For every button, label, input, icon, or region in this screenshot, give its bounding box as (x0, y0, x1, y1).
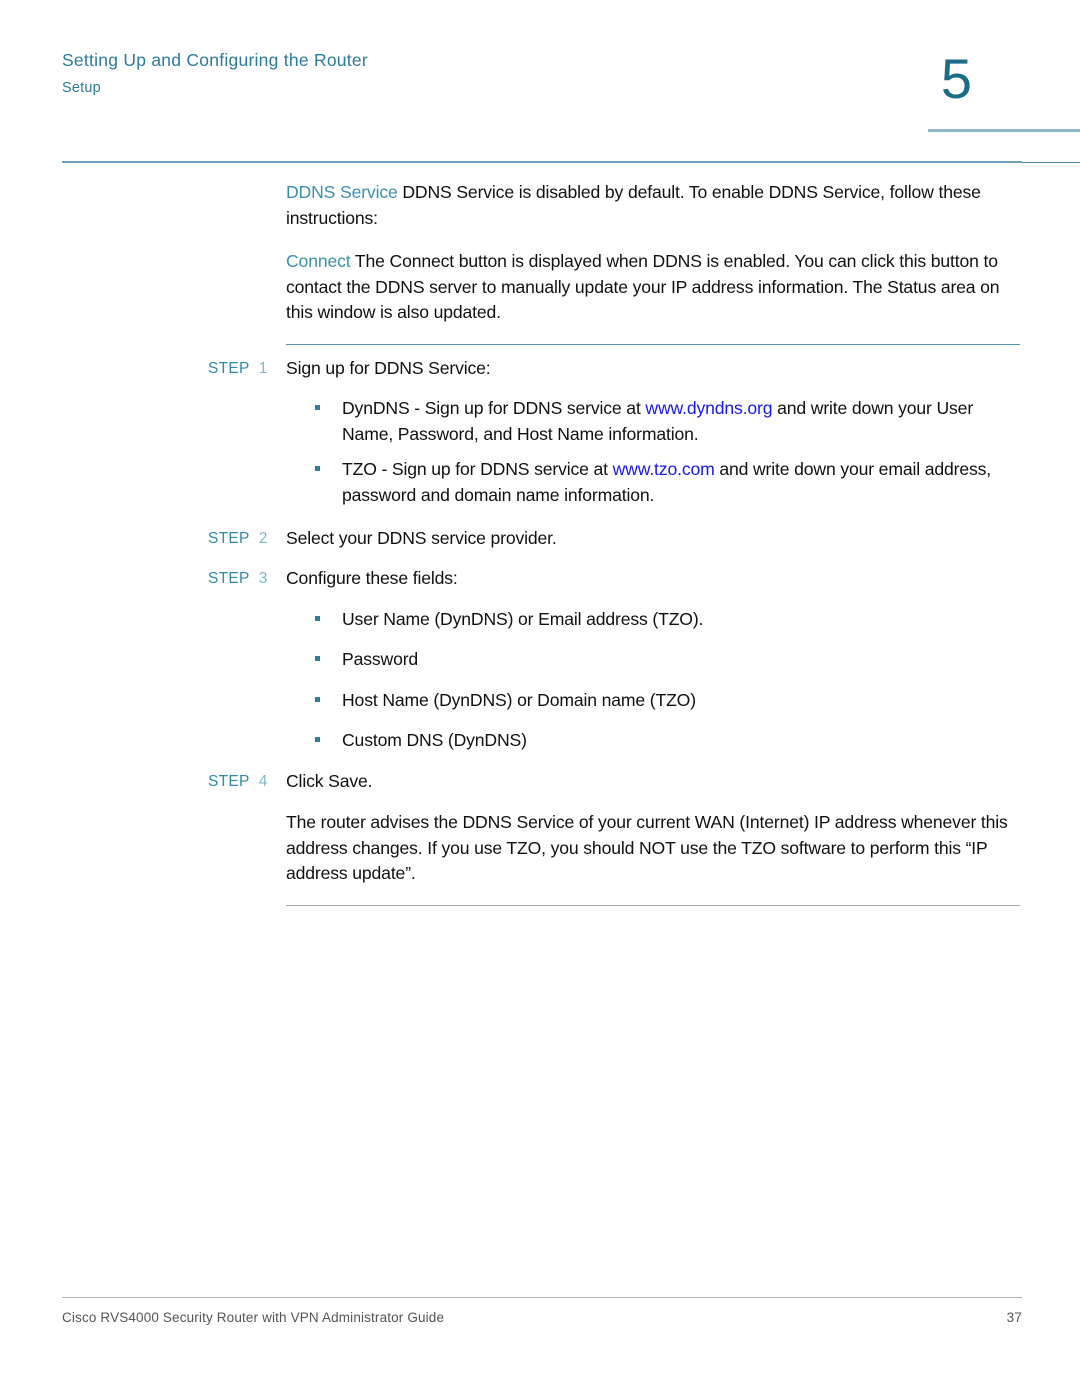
separator-rule-top (286, 344, 1020, 345)
footer-page-number: 37 (1006, 1310, 1022, 1325)
bullet-square-icon (312, 607, 342, 633)
bullet-user-name: User Name (DynDNS) or Email address (TZO… (342, 609, 704, 629)
footer-document-title: Cisco RVS4000 Security Router with VPN A… (62, 1310, 445, 1325)
step-1: STEP 1 Sign up for DDNS Service: (208, 356, 1020, 382)
paragraph-closing: The router advises the DDNS Service of y… (286, 812, 1008, 883)
step-3: STEP 3 Configure these fields: (208, 566, 1020, 592)
bullet-tzo-text: TZO - Sign up for DDNS service at www.tz… (342, 457, 1022, 508)
paragraph-connect: Connect The Connect button is displayed … (286, 249, 1020, 326)
list-item: Password (312, 647, 1022, 673)
step-3-label-text: STEP (208, 570, 250, 587)
bullet-dyndns-text: DynDNS - Sign up for DDNS service at www… (342, 396, 1022, 447)
step-4-number: 4 (258, 773, 268, 790)
document-page: Setting Up and Configuring the Router Se… (0, 0, 1080, 1397)
step-4-text: Click Save. (286, 771, 373, 791)
running-header: Setting Up and Configuring the Router Se… (62, 47, 1080, 163)
bullet-square-icon (312, 728, 342, 754)
step-3-number: 3 (258, 570, 268, 587)
step-2-label-text: STEP (208, 530, 250, 547)
list-item: TZO - Sign up for DDNS service at www.tz… (312, 457, 1022, 508)
step-1-label: STEP 1 (208, 356, 286, 382)
bullet-square-icon (312, 688, 342, 714)
bullet-dyndns-before: DynDNS - Sign up for DDNS service at (342, 398, 646, 418)
header-divider-rule (62, 161, 1022, 163)
footer-divider-rule (62, 1297, 1022, 1298)
separator-rule-bottom (286, 905, 1020, 906)
header-section-title: Setup (62, 79, 101, 96)
step-1-label-text: STEP (208, 360, 250, 377)
bullet-square-icon (312, 396, 342, 422)
list-item: Host Name (DynDNS) or Domain name (TZO) (312, 688, 1022, 714)
term-connect: Connect (286, 251, 351, 271)
list-item: Custom DNS (DynDNS) (312, 728, 1022, 754)
chapter-number: 5 (940, 47, 972, 110)
bullet-square-icon (312, 457, 342, 483)
closing-block: The router advises the DDNS Service of y… (286, 810, 1020, 887)
list-item: DynDNS - Sign up for DDNS service at www… (312, 396, 1022, 447)
step-4-label-text: STEP (208, 773, 250, 790)
bullet-custom-dns: Custom DNS (DynDNS) (342, 730, 527, 750)
bullet-square-icon (312, 647, 342, 673)
intro-block: DDNS Service DDNS Service is disabled by… (286, 180, 1020, 326)
bullet-tzo-before: TZO - Sign up for DDNS service at (342, 459, 613, 479)
page-footer: Cisco RVS4000 Security Router with VPN A… (62, 1310, 1022, 1325)
step-4: STEP 4 Click Save. (208, 769, 1020, 795)
list-item: User Name (DynDNS) or Email address (TZO… (312, 607, 1022, 633)
step-4-label: STEP 4 (208, 769, 286, 795)
step-2-label: STEP 2 (208, 526, 286, 552)
step-1-number: 1 (258, 360, 268, 377)
link-tzo[interactable]: www.tzo.com (613, 459, 715, 479)
step-1-text: Sign up for DDNS Service: (286, 358, 491, 378)
paragraph-ddns-service: DDNS Service DDNS Service is disabled by… (286, 180, 1020, 231)
step-3-label: STEP 3 (208, 566, 286, 592)
bullet-password: Password (342, 649, 419, 669)
step-2-number: 2 (258, 530, 268, 547)
step-3-text: Configure these fields: (286, 568, 458, 588)
step-2-text: Select your DDNS service provider. (286, 528, 557, 548)
paragraph-connect-text: The Connect button is displayed when DDN… (286, 251, 1000, 322)
bullet-host-name: Host Name (DynDNS) or Domain name (TZO) (342, 690, 696, 710)
term-ddns-service: DDNS Service (286, 182, 398, 202)
header-chapter-title: Setting Up and Configuring the Router (62, 50, 368, 70)
link-dyndns[interactable]: www.dyndns.org (645, 398, 772, 418)
step-2: STEP 2 Select your DDNS service provider. (208, 526, 1020, 552)
header-number-box (928, 129, 1080, 163)
